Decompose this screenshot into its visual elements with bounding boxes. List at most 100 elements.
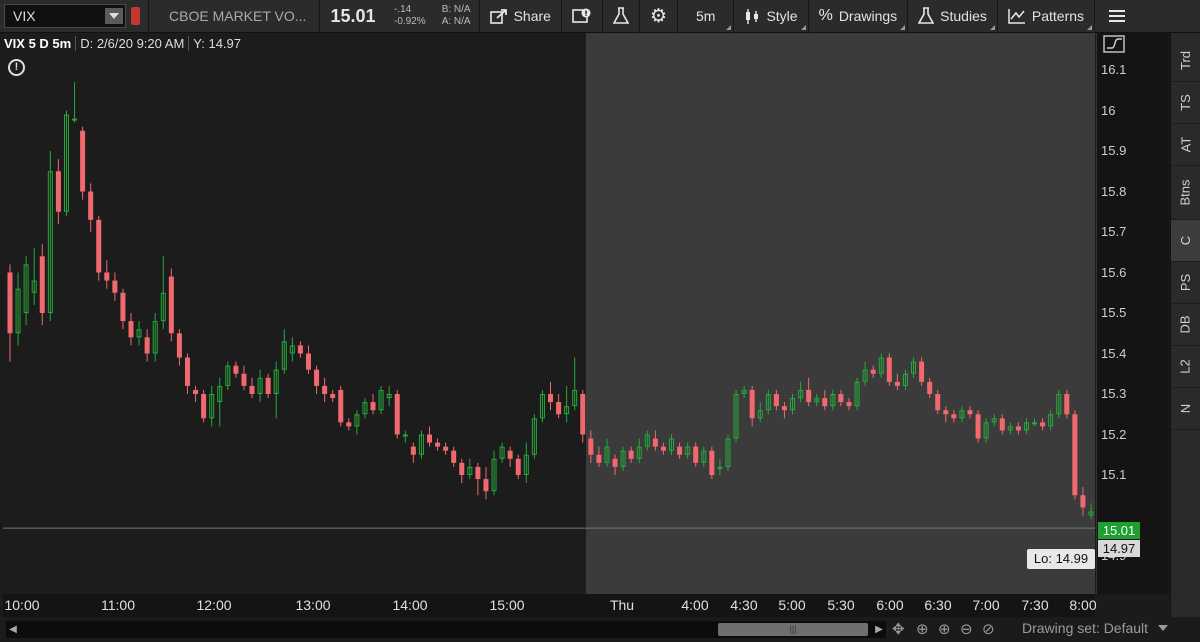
price-tick: 15.8	[1101, 183, 1127, 199]
sidebar-tab-c[interactable]: C	[1171, 220, 1200, 262]
sidebar-tab-db[interactable]: DB	[1171, 304, 1200, 346]
candle-body	[443, 446, 449, 451]
candle	[201, 389, 207, 423]
candle-body	[435, 442, 441, 447]
candle-body	[935, 394, 941, 411]
candle-body	[322, 385, 328, 394]
candle-body	[1080, 495, 1086, 508]
candle	[80, 126, 86, 200]
zoom-in-icon[interactable]: ⊕	[938, 620, 951, 638]
time-tick: 7:30	[1021, 597, 1049, 613]
horizontal-scrollbar[interactable]: ◀ ||| ▶	[6, 621, 886, 638]
chart-toolbar: VIX CBOE MARKET VO... 15.01 -.14 -0.92% …	[0, 0, 1200, 33]
chart-header: VIX 5 D 5m D: 2/6/20 9:20 AM Y: 14.97	[0, 33, 245, 54]
menu-button[interactable]	[1095, 0, 1139, 33]
price-tick: 16	[1101, 102, 1116, 118]
settings-button[interactable]: ⚙	[640, 0, 677, 33]
candle-body	[72, 118, 78, 121]
alert-icon	[572, 8, 591, 23]
sidebar-tab-ts[interactable]: TS	[1171, 82, 1200, 124]
candle-body	[265, 377, 271, 394]
chevron-down-icon[interactable]	[105, 8, 123, 24]
candle-body	[846, 402, 852, 407]
time-tick: 10:00	[4, 597, 40, 613]
gear-icon: ⚙	[649, 5, 667, 27]
candle	[338, 385, 344, 427]
candle-body	[370, 402, 376, 411]
scrollbar-thumb[interactable]: |||	[718, 623, 868, 636]
price-axis[interactable]: 16.1 16 15.9 15.8 15.7 15.6 15.5 15.4 15.3 15.2 15…	[1096, 33, 1169, 594]
candle-body	[410, 446, 416, 455]
candle-body	[184, 357, 190, 386]
sidebar-tab-n[interactable]: N	[1171, 388, 1200, 430]
candle-body	[1015, 426, 1021, 431]
candle-body	[596, 454, 602, 463]
candle-body	[838, 394, 844, 403]
crosshair-icon[interactable]: ⊕	[916, 620, 929, 638]
share-button[interactable]: Share	[480, 0, 561, 33]
sidebar-tab-at[interactable]: AT	[1171, 124, 1200, 166]
symbol-selector[interactable]: VIX	[4, 4, 126, 28]
sidebar-tab-btns[interactable]: Btns	[1171, 166, 1200, 220]
bid-value: B: N/A	[441, 4, 471, 15]
drawings-button[interactable]: % Drawings	[809, 0, 908, 33]
candle	[394, 389, 400, 439]
timeframe-button[interactable]: 5m	[678, 0, 733, 33]
candle	[96, 215, 102, 281]
scroll-right-arrow-icon[interactable]: ▶	[872, 621, 886, 638]
candle-body	[806, 389, 812, 403]
time-axis[interactable]: 10:00 11:00 12:00 13:00 14:00 15:00 Thu 4:00 4:3…	[3, 594, 1097, 617]
candle-body	[176, 333, 182, 358]
time-tick: 12:00	[196, 597, 232, 613]
zoom-out-icon[interactable]: ⊖	[960, 620, 973, 638]
candle-body	[120, 292, 126, 322]
price-scale-style-icon[interactable]	[1103, 35, 1125, 53]
candle-body	[628, 450, 634, 459]
chart-y-value: Y: 14.97	[188, 36, 245, 51]
candle-body	[919, 361, 925, 382]
style-button[interactable]: Style	[734, 0, 807, 33]
alert-button[interactable]	[562, 0, 602, 33]
share-icon	[489, 9, 507, 24]
candle-body	[975, 414, 981, 439]
sidebar-tab-trd[interactable]: Trd	[1171, 40, 1200, 82]
studies-button[interactable]: Studies	[908, 0, 997, 33]
candle-body	[241, 373, 247, 386]
candle-body	[39, 256, 45, 313]
drag-hand-icon[interactable]: ✥	[892, 620, 905, 638]
candle-body	[515, 458, 521, 475]
sidebar-tab-l2[interactable]: L2	[1171, 346, 1200, 388]
flask-button[interactable]	[603, 0, 639, 33]
candle-body	[80, 130, 86, 192]
sidebar-tab-label: AT	[1178, 136, 1193, 153]
candle-body	[193, 389, 199, 394]
link-color-tag[interactable]	[131, 7, 140, 25]
chevron-down-icon[interactable]	[1158, 625, 1168, 631]
price-tick: 15.6	[1101, 264, 1127, 280]
price-tick: 16.1	[1101, 62, 1127, 77]
info-exclamation-icon[interactable]: !	[8, 59, 25, 76]
symbol-description: CBOE MARKET VO...	[169, 8, 307, 24]
low-price-marker: 14.97	[1098, 540, 1140, 557]
patterns-button[interactable]: Patterns	[998, 0, 1094, 33]
candle-body	[426, 434, 432, 443]
sidebar-tab-ps[interactable]: PS	[1171, 262, 1200, 304]
sidebar-tab-label: Trd	[1178, 50, 1193, 71]
candle	[1072, 410, 1078, 500]
current-price-marker: 15.01	[1098, 522, 1140, 539]
candle-body	[507, 450, 513, 459]
candle-body	[612, 458, 618, 467]
zoom-reset-icon[interactable]: ⊘	[982, 620, 995, 638]
candle-body	[483, 479, 489, 492]
price-chart[interactable]	[0, 33, 1095, 594]
candle-body	[7, 272, 13, 334]
time-tick: 14:00	[392, 597, 428, 613]
candle-body	[475, 466, 481, 480]
studies-label: Studies	[940, 8, 987, 24]
candle-body	[1072, 414, 1078, 496]
candle-body	[781, 406, 787, 411]
net-change: -.14	[394, 4, 412, 15]
scroll-left-arrow-icon[interactable]: ◀	[6, 621, 20, 638]
time-tick: 7:00	[972, 597, 1000, 613]
candle-body	[297, 345, 303, 354]
